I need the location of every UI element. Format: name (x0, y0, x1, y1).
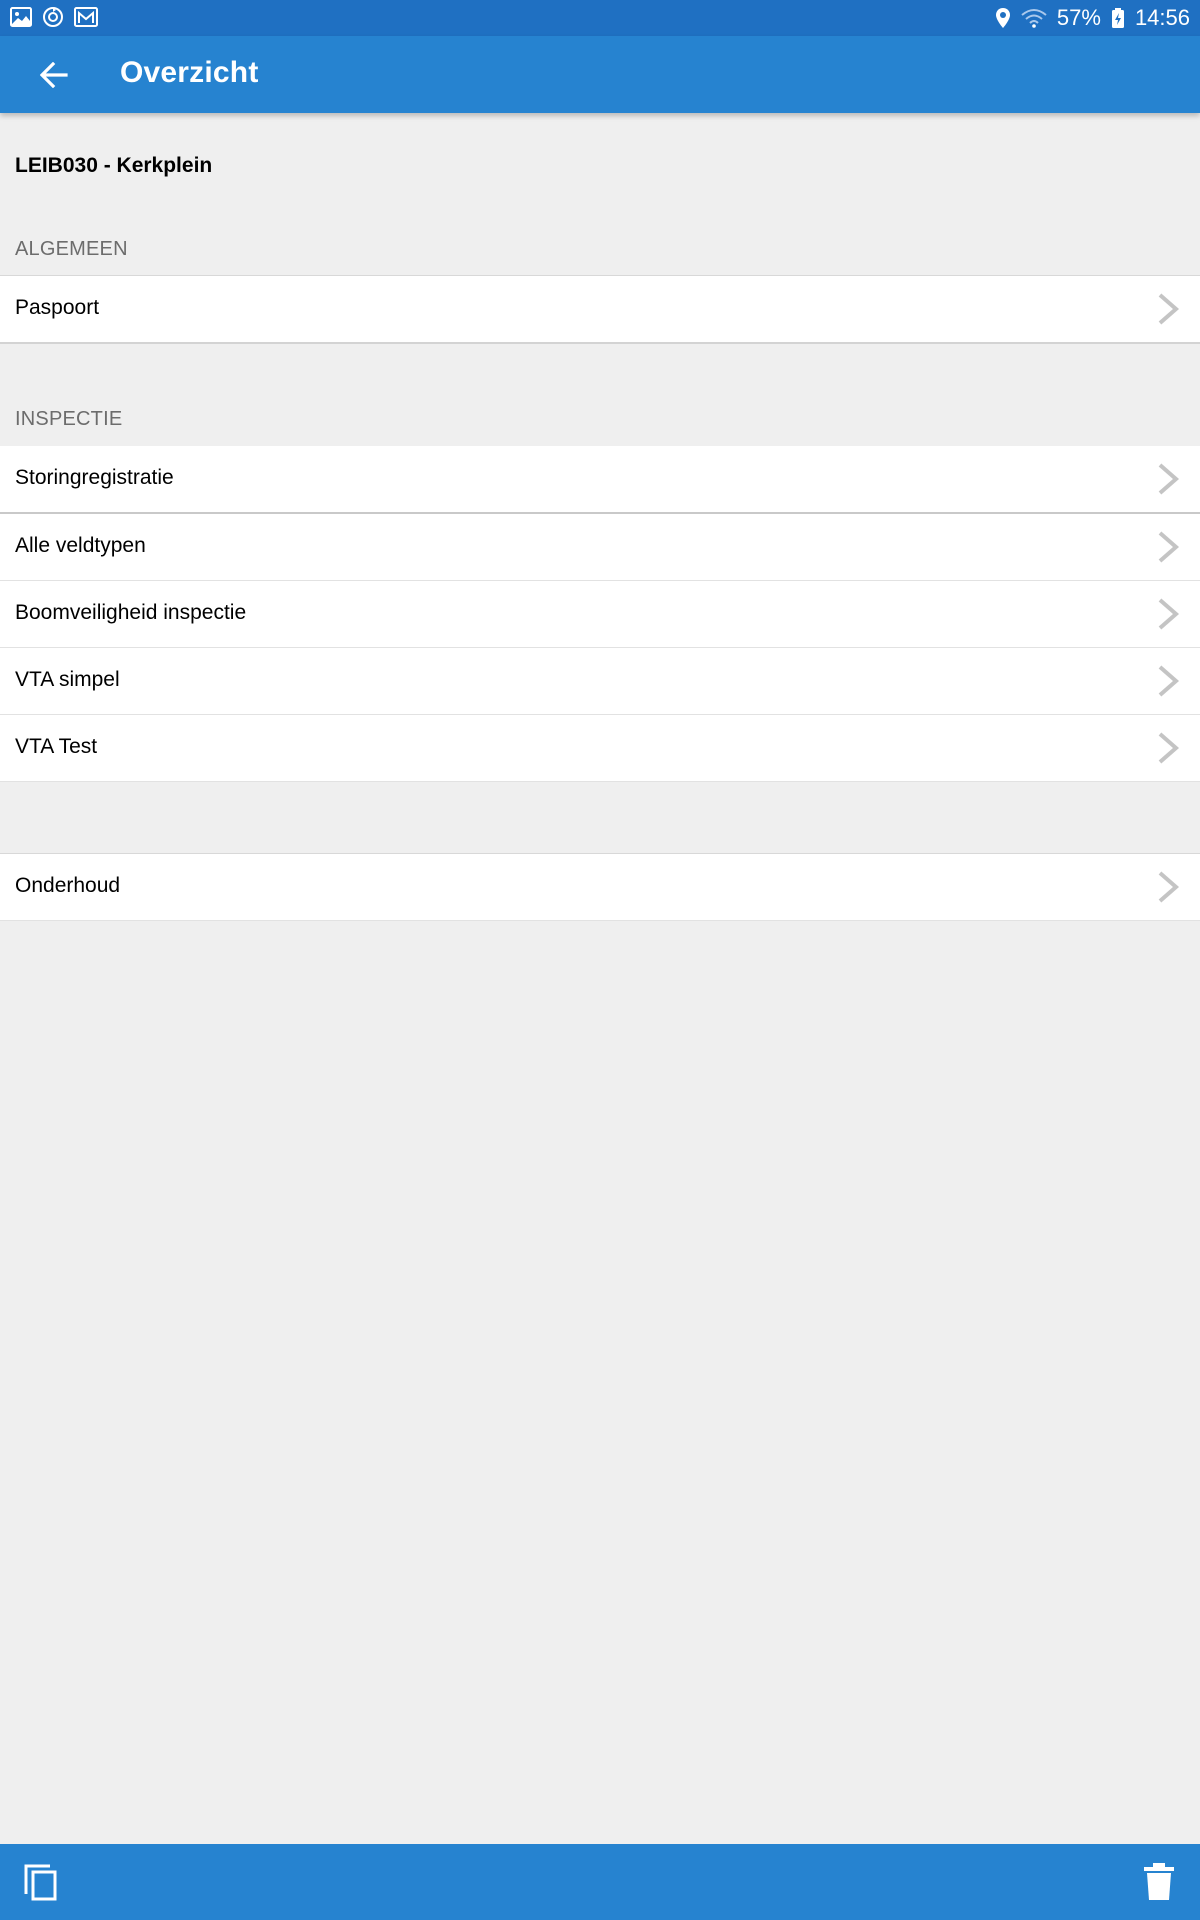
list-item-boomveiligheid-inspectie[interactable]: Boomveiligheid inspectie (0, 581, 1200, 648)
chevron-right-icon (1158, 665, 1180, 697)
battery-icon (1111, 8, 1124, 28)
chevron-right-icon (1158, 293, 1180, 325)
list-item-vta-test[interactable]: VTA Test (0, 715, 1200, 782)
trash-icon (1144, 1863, 1174, 1900)
battery-percentage: 57% (1056, 5, 1101, 30)
chevron-right-icon (1158, 598, 1180, 630)
chevron-right-icon (1158, 871, 1180, 903)
bottom-toolbar (0, 1844, 1200, 1920)
copy-button[interactable] (22, 1862, 62, 1902)
list-item-onderhoud[interactable]: Onderhoud (0, 853, 1200, 921)
list-item-alle-veldtypen[interactable]: Alle veldtypen (0, 514, 1200, 581)
list-item-label: Boomveiligheid inspectie (15, 601, 247, 624)
list-item-paspoort[interactable]: Paspoort (0, 275, 1200, 344)
app-bar: Overzicht (0, 36, 1200, 113)
system-indicators: 57% 14:56 (995, 4, 1190, 32)
list-item-label: VTA Test (15, 735, 98, 758)
back-button[interactable] (28, 50, 80, 100)
sync-icon (43, 7, 63, 27)
location-icon (995, 8, 1010, 28)
chevron-right-icon (1158, 531, 1180, 563)
page-title: Overzicht (120, 56, 259, 89)
section-header-algemeen: ALGEMEEN (15, 238, 128, 260)
section-header-inspectie: INSPECTIE (15, 408, 123, 430)
clock: 14:56 (1134, 5, 1190, 30)
delete-button[interactable] (1142, 1862, 1176, 1902)
list-item-label: Onderhoud (15, 874, 121, 897)
wifi-icon (1021, 9, 1047, 28)
list-item-label: Storingregistratie (15, 466, 174, 489)
object-title: LEIB030 - Kerkplein (15, 154, 213, 177)
copy-icon (24, 1864, 57, 1901)
list-item-label: Alle veldtypen (15, 534, 146, 557)
mail-icon (74, 7, 98, 27)
list-item-vta-simpel[interactable]: VTA simpel (0, 648, 1200, 715)
list-item-storingregistratie[interactable]: Storingregistratie (0, 446, 1200, 514)
gallery-icon (10, 7, 32, 27)
group-overig: Onderhoud (0, 853, 1200, 921)
arrow-left-icon (40, 62, 68, 88)
list-item-label: VTA simpel (15, 668, 120, 691)
status-bar: 57% 14:56 (0, 0, 1200, 36)
group-algemeen: Paspoort (0, 275, 1200, 344)
chevron-right-icon (1158, 732, 1180, 764)
group-inspectie: Storingregistratie Alle veldtypen Boomve… (0, 446, 1200, 782)
notification-icons (10, 6, 98, 28)
list-item-label: Paspoort (15, 296, 100, 319)
chevron-right-icon (1158, 463, 1180, 495)
